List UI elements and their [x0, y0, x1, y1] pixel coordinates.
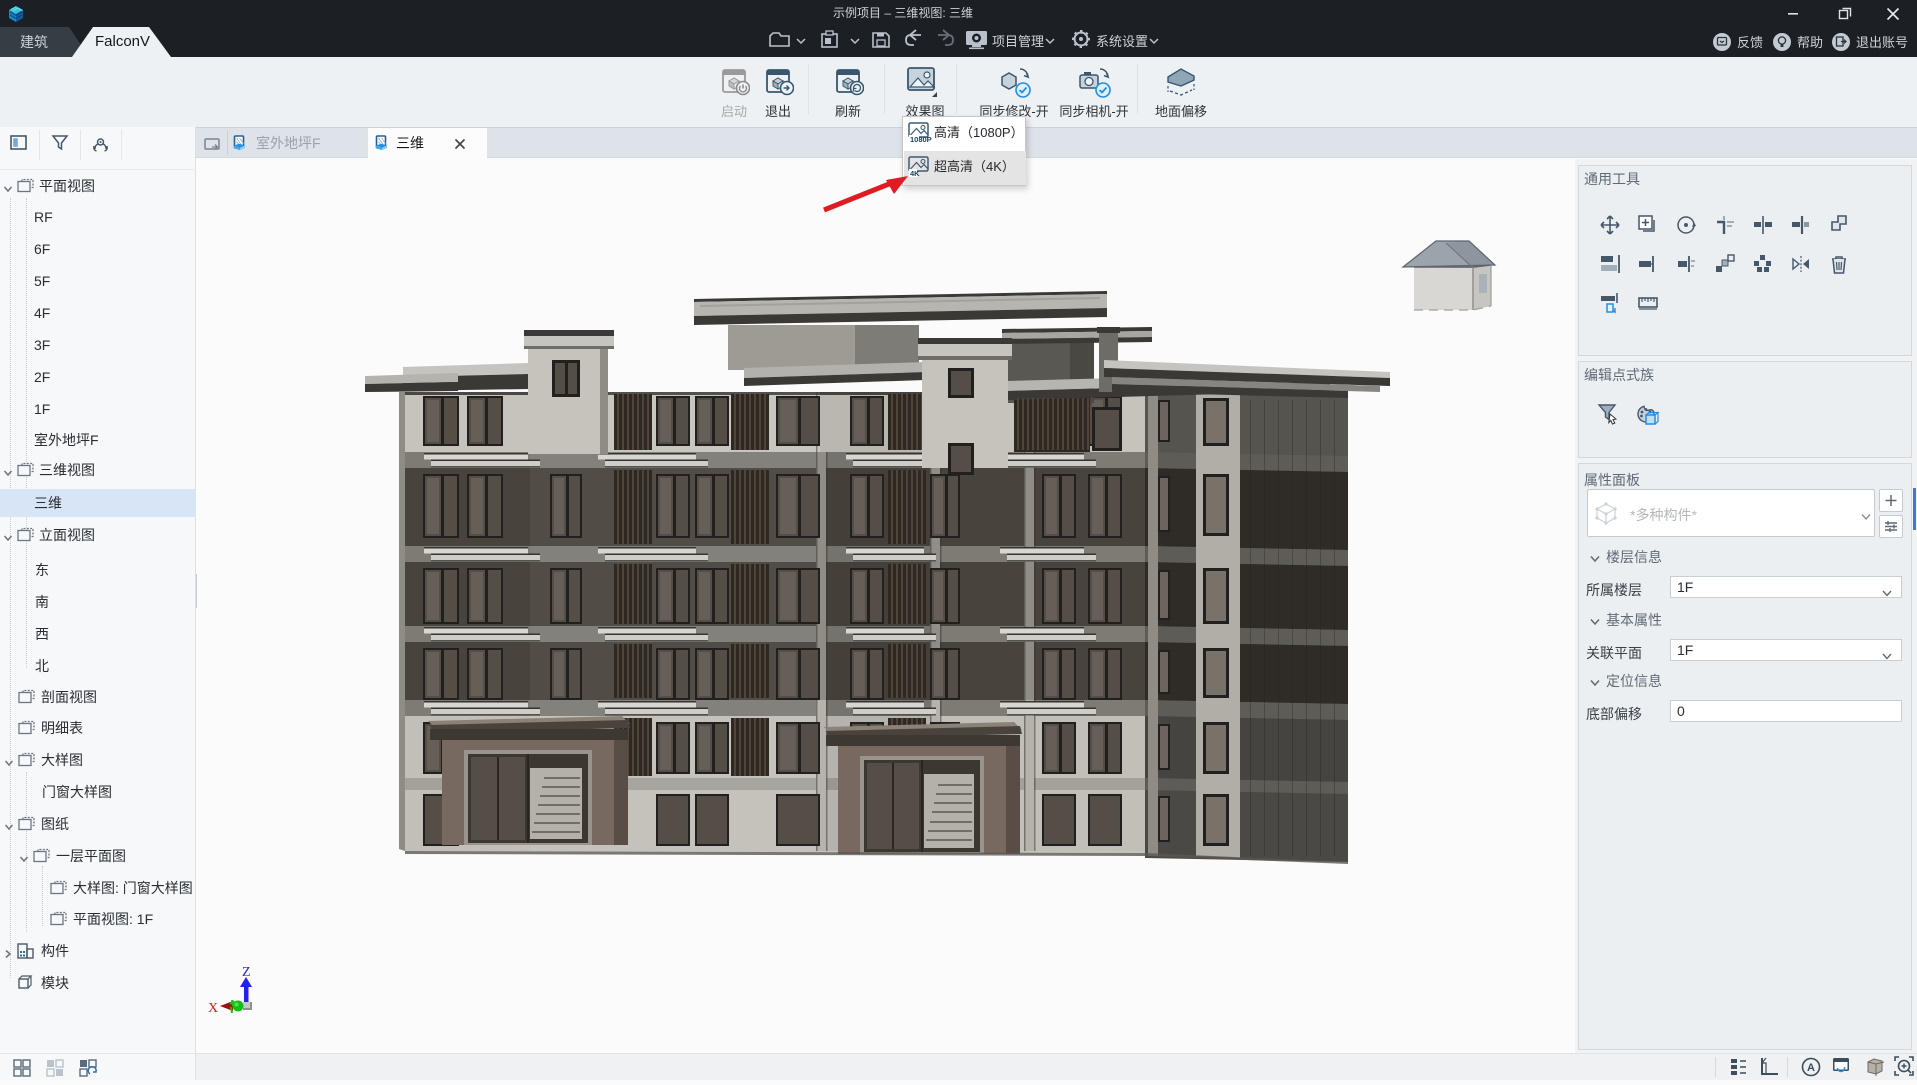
svg-text:A: A: [1807, 1062, 1815, 1074]
svg-text:1080P: 1080P: [910, 135, 932, 144]
